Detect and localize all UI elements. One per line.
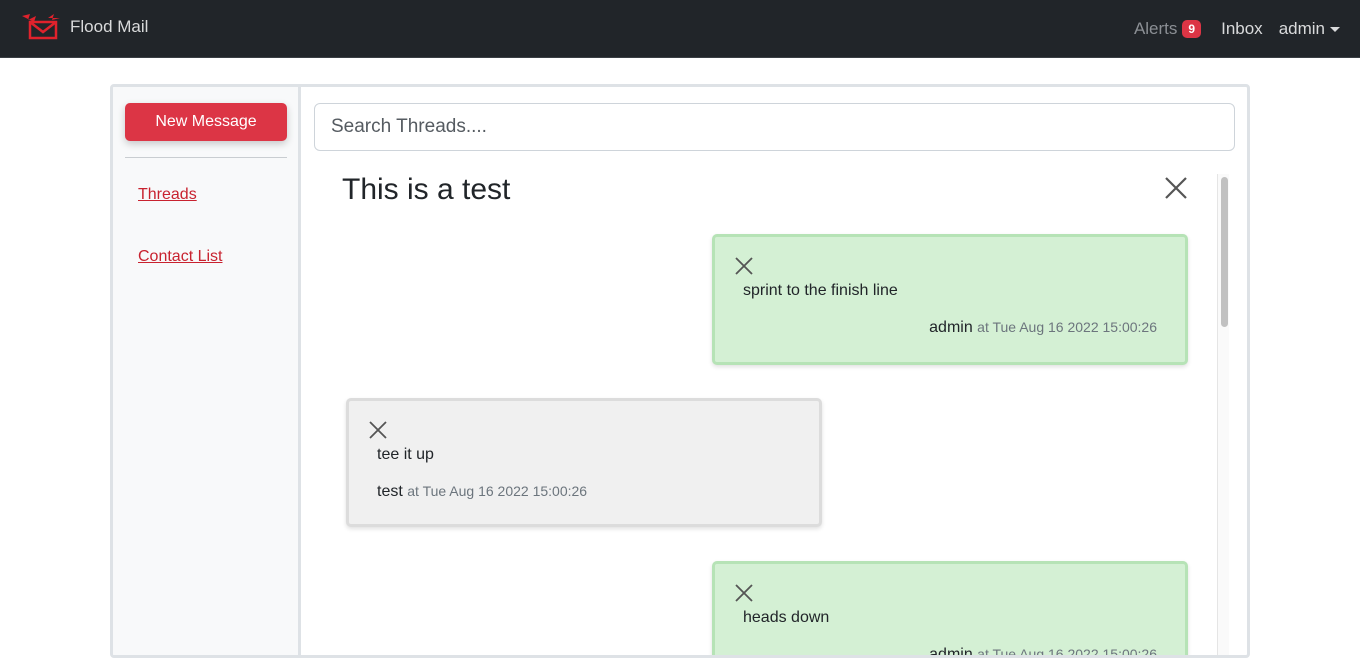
thread-scrollbar[interactable] (1217, 174, 1229, 655)
brand[interactable]: Flood Mail (20, 12, 148, 42)
sidebar-divider (125, 157, 287, 158)
nav-right: Alerts 9 Inbox admin (1134, 19, 1340, 39)
message-text: tee it up (377, 446, 434, 463)
message-meta: test at Tue Aug 16 2022 15:00:26 (377, 483, 587, 501)
message-timestamp: at Tue Aug 16 2022 15:00:26 (407, 483, 588, 499)
delete-message-icon[interactable] (735, 584, 753, 602)
brand-name: Flood Mail (70, 17, 149, 36)
message-timestamp: at Tue Aug 16 2022 15:00:26 (977, 319, 1157, 335)
message-text: heads down (743, 609, 830, 626)
sidebar: New Message Threads Contact List (113, 87, 301, 655)
scrollbar-thumb[interactable] (1221, 177, 1228, 327)
flood-mail-logo-icon (22, 14, 60, 40)
message-card: sprint to the finish line admin at Tue A… (712, 234, 1188, 365)
search-threads-input[interactable] (314, 103, 1235, 151)
alerts-label: Alerts (1133, 19, 1178, 38)
sidebar-item-threads[interactable]: Threads (138, 186, 197, 204)
inbox-link[interactable]: Inbox (1221, 19, 1263, 39)
close-thread-icon[interactable] (1164, 176, 1188, 200)
thread-title: This is a test (342, 173, 511, 206)
alerts-link[interactable]: Alerts 9 (1133, 19, 1202, 39)
alerts-count-badge: 9 (1182, 20, 1202, 38)
message-text: sprint to the finish line (743, 282, 898, 299)
message-card: heads down admin at Tue Aug 16 2022 15:0… (712, 561, 1188, 658)
message-author: admin (929, 319, 973, 336)
delete-message-icon[interactable] (369, 421, 387, 439)
sidebar-item-contact-list[interactable]: Contact List (138, 248, 222, 266)
message-timestamp: at Tue Aug 16 2022 15:00:26 (977, 646, 1157, 658)
top-navbar: Flood Mail Alerts 9 Inbox admin (0, 0, 1360, 58)
message-meta: admin at Tue Aug 16 2022 15:00:26 (929, 319, 1157, 337)
new-message-button[interactable]: New Message (125, 103, 287, 141)
mail-panel: New Message Threads Contact List This is… (110, 84, 1250, 658)
message-author: test (377, 483, 403, 500)
thread-view: This is a test sprint to the finish line… (314, 167, 1219, 658)
message-meta: admin at Tue Aug 16 2022 15:00:26 (929, 646, 1157, 658)
chevron-down-icon (1330, 26, 1340, 32)
user-dropdown[interactable]: admin (1279, 19, 1340, 39)
message-author: admin (929, 646, 973, 658)
user-label: admin (1278, 19, 1325, 38)
delete-message-icon[interactable] (735, 257, 753, 275)
message-card: tee it up test at Tue Aug 16 2022 15:00:… (346, 398, 822, 527)
